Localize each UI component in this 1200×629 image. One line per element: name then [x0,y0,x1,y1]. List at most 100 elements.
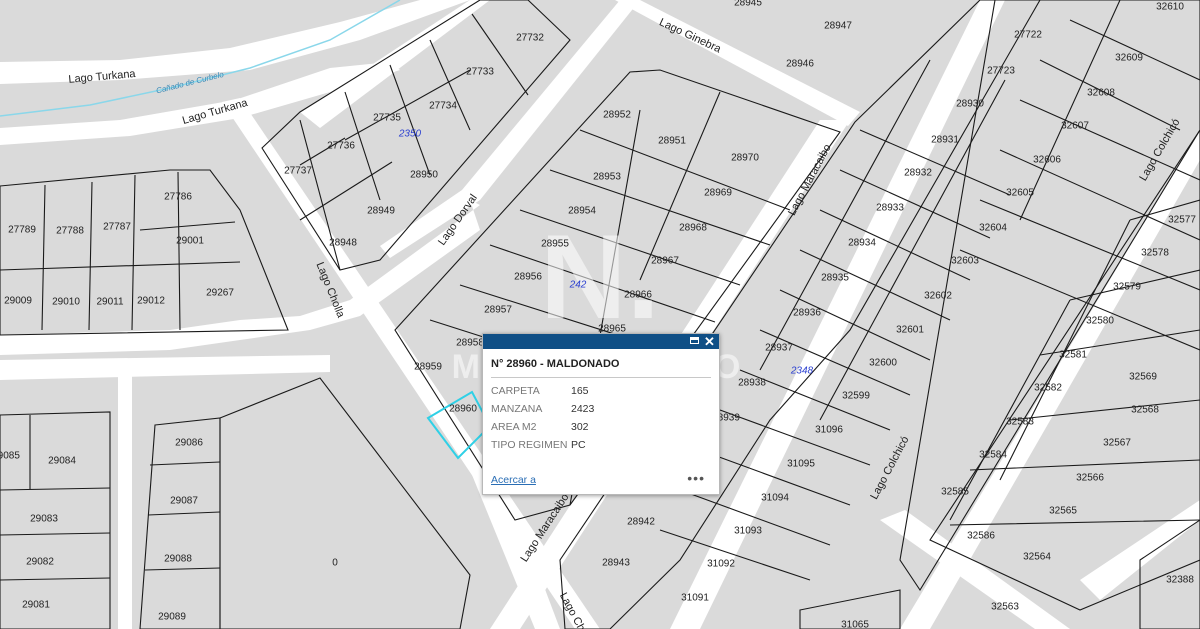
parcel-label: 31091 [681,593,709,604]
parcel-label: 27734 [429,101,457,112]
parcel-label: 29011 [96,297,124,308]
parcel-label: 29083 [30,514,58,525]
parcel-label: 28934 [848,238,876,249]
parcel-label: 29081 [22,600,50,611]
attribute-table: CARPETA 165 MANZANA 2423 AREA M2 302 TIPO R… [491,382,594,454]
parcel-label: 32610 [1156,2,1184,13]
parcel-label: 29085 [0,451,20,462]
parcel-label: 32563 [991,602,1019,613]
table-row: MANZANA 2423 [491,400,594,418]
parcel-label: 32566 [1076,473,1104,484]
parcel-label: 29084 [48,456,76,467]
manzana-label: 242 [569,280,587,291]
parcel-label: 28931 [931,135,959,146]
parcel-label: 32599 [842,391,870,402]
parcel-label: 28930 [956,99,984,110]
parcel-label: 28970 [731,153,759,164]
parcel-label: 28949 [367,206,395,217]
parcel-label: 0 [332,558,338,569]
parcel-label: 28959 [414,362,442,373]
parcel-label: 32602 [924,291,952,302]
parcel-label: 27736 [327,141,355,152]
field-key: MANZANA [491,403,543,415]
parcel-label: 28947 [824,21,852,32]
field-value: 302 [571,421,589,433]
parcel-label: 32567 [1103,438,1131,449]
more-options-icon[interactable]: ••• [687,470,705,486]
parcel-label: 28955 [541,239,569,250]
manzana-label: 2350 [398,129,422,140]
table-row: TIPO REGIMEN PC [491,436,594,454]
parcel-label: 29267 [206,288,234,299]
parcel-label: 31095 [787,459,815,470]
parcel-label: 32568 [1131,405,1159,416]
parcel-label: 32388 [1166,575,1194,586]
parcel-label: 28951 [658,136,686,147]
parcel-label: 28942 [627,517,655,528]
parcel-label: 28952 [603,110,631,121]
field-value: PC [571,439,586,451]
parcel-label: 28956 [514,272,542,283]
parcel-label: 31094 [761,493,789,504]
field-key: AREA M2 [491,421,537,433]
parcel-label: 32582 [1034,383,1062,394]
parcel-label: 32606 [1033,155,1061,166]
parcel-label: 32564 [1023,552,1051,563]
parcel-label: 32584 [979,450,1007,461]
parcel-label: 28950 [410,170,438,181]
parcel-info-popup[interactable]: ✕ N° 28960 - MALDONADO CARPETA 165 MANZAN… [482,333,720,495]
parcel-label: 28958 [456,338,484,349]
parcel-label: 28953 [593,172,621,183]
parcel-label: 27788 [56,226,84,237]
parcel-label: 31092 [707,559,735,570]
parcel-label: 32583 [1006,417,1034,428]
parcel-label: 32604 [979,223,1007,234]
parcel-label: 32565 [1049,506,1077,517]
parcel-label: 28945 [734,0,762,9]
parcel-label: 28937 [765,343,793,354]
parcel-label: 27789 [8,225,36,236]
parcel-label: 32578 [1141,248,1169,259]
popup-title: N° 28960 - MALDONADO [491,358,711,378]
map-canvas[interactable]: N. MALDONADO Lago TurkanaLago TurkanaLag… [0,0,1200,629]
parcel-label: 28957 [484,305,512,316]
field-key: TIPO REGIMEN [491,439,568,451]
parcel-label: 32609 [1115,53,1143,64]
maximize-icon[interactable] [688,335,701,348]
parcel-label: 27722 [1014,30,1042,41]
parcel-label: 32600 [869,358,897,369]
field-key: CARPETA [491,385,540,397]
popup-header: ✕ [483,334,719,349]
parcel-label: 29001 [176,236,204,247]
parcel-label: 32605 [1006,188,1034,199]
parcel-label: 28946 [786,59,814,70]
parcel-label: 28960 [449,404,477,415]
parcel-label: 32581 [1059,350,1087,361]
parcel-label: 29012 [137,296,165,307]
parcel-label: 29086 [175,438,203,449]
parcel-label: 31096 [815,425,843,436]
table-row: AREA M2 302 [491,418,594,436]
parcel-label: 29087 [170,496,198,507]
parcel-label: 28936 [793,308,821,319]
parcel-label: 32603 [951,256,979,267]
field-value: 2423 [571,403,595,415]
parcel-label: 31093 [734,526,762,537]
parcel-label: 32601 [896,325,924,336]
parcel-label: 29082 [26,557,54,568]
parcel-label: 32580 [1086,316,1114,327]
parcel-label: 32608 [1087,88,1115,99]
field-value: 165 [571,385,589,397]
parcel-label: 28932 [904,168,932,179]
parcel-label: 28967 [651,256,679,267]
parcel-label: 32585 [941,487,969,498]
parcel-label: 29088 [164,554,192,565]
parcel-label: 28968 [679,223,707,234]
parcel-label: 29010 [52,297,80,308]
parcel-label: 32579 [1113,282,1141,293]
parcel-label: 27732 [516,33,544,44]
parcel-label: 27737 [284,166,312,177]
zoom-to-link[interactable]: Acercar a [491,474,536,486]
parcel-label: 28969 [704,188,732,199]
close-icon[interactable]: ✕ [703,335,716,348]
